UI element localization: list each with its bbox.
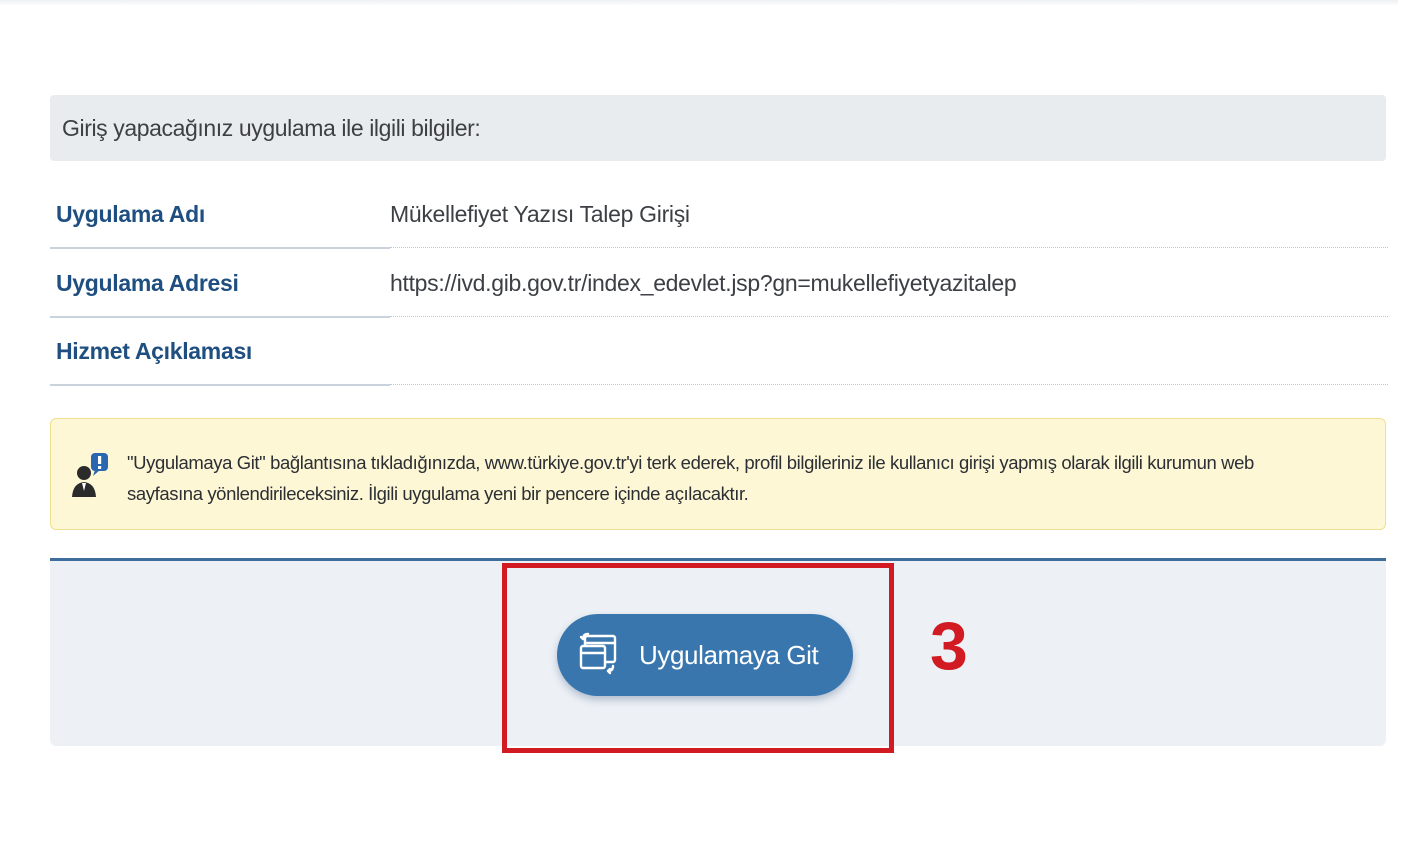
annotation-step-number: 3	[930, 608, 968, 684]
page: Giriş yapacağınız uygulama ile ilgili bi…	[0, 0, 1416, 859]
right-edge	[1398, 0, 1416, 859]
info-label: Hizmet Açıklaması	[50, 318, 390, 386]
info-row-service-description: Hizmet Açıklaması	[50, 318, 1388, 386]
notice-line: sayfasına yönlendirileceksiniz. İlgili u…	[127, 483, 749, 504]
redirect-notice: "Uygulamaya Git" bağlantısına tıkladığın…	[50, 418, 1386, 530]
info-value: https://ivd.gib.gov.tr/index_edevlet.jsp…	[390, 250, 1388, 317]
notice-line: "Uygulamaya Git" bağlantısına tıkladığın…	[127, 452, 1254, 473]
top-shadow	[0, 0, 1400, 6]
go-to-application-button[interactable]: Uygulamaya Git	[557, 614, 853, 696]
user-info-icon	[72, 453, 108, 497]
info-value	[390, 318, 1388, 385]
notice-text: "Uygulamaya Git" bağlantısına tıkladığın…	[127, 447, 1367, 509]
info-label: Uygulama Adresi	[50, 250, 390, 318]
section-header-title: Giriş yapacağınız uygulama ile ilgili bi…	[62, 114, 481, 141]
section-header: Giriş yapacağınız uygulama ile ilgili bi…	[50, 95, 1386, 161]
new-window-switch-icon	[579, 632, 617, 675]
info-row-application-name: Uygulama Adı Mükellefiyet Yazısı Talep G…	[50, 181, 1388, 249]
go-button-label: Uygulamaya Git	[639, 639, 819, 670]
info-row-application-address: Uygulama Adresi https://ivd.gib.gov.tr/i…	[50, 250, 1388, 318]
info-value: Mükellefiyet Yazısı Talep Girişi	[390, 181, 1388, 248]
info-label: Uygulama Adı	[50, 181, 390, 249]
